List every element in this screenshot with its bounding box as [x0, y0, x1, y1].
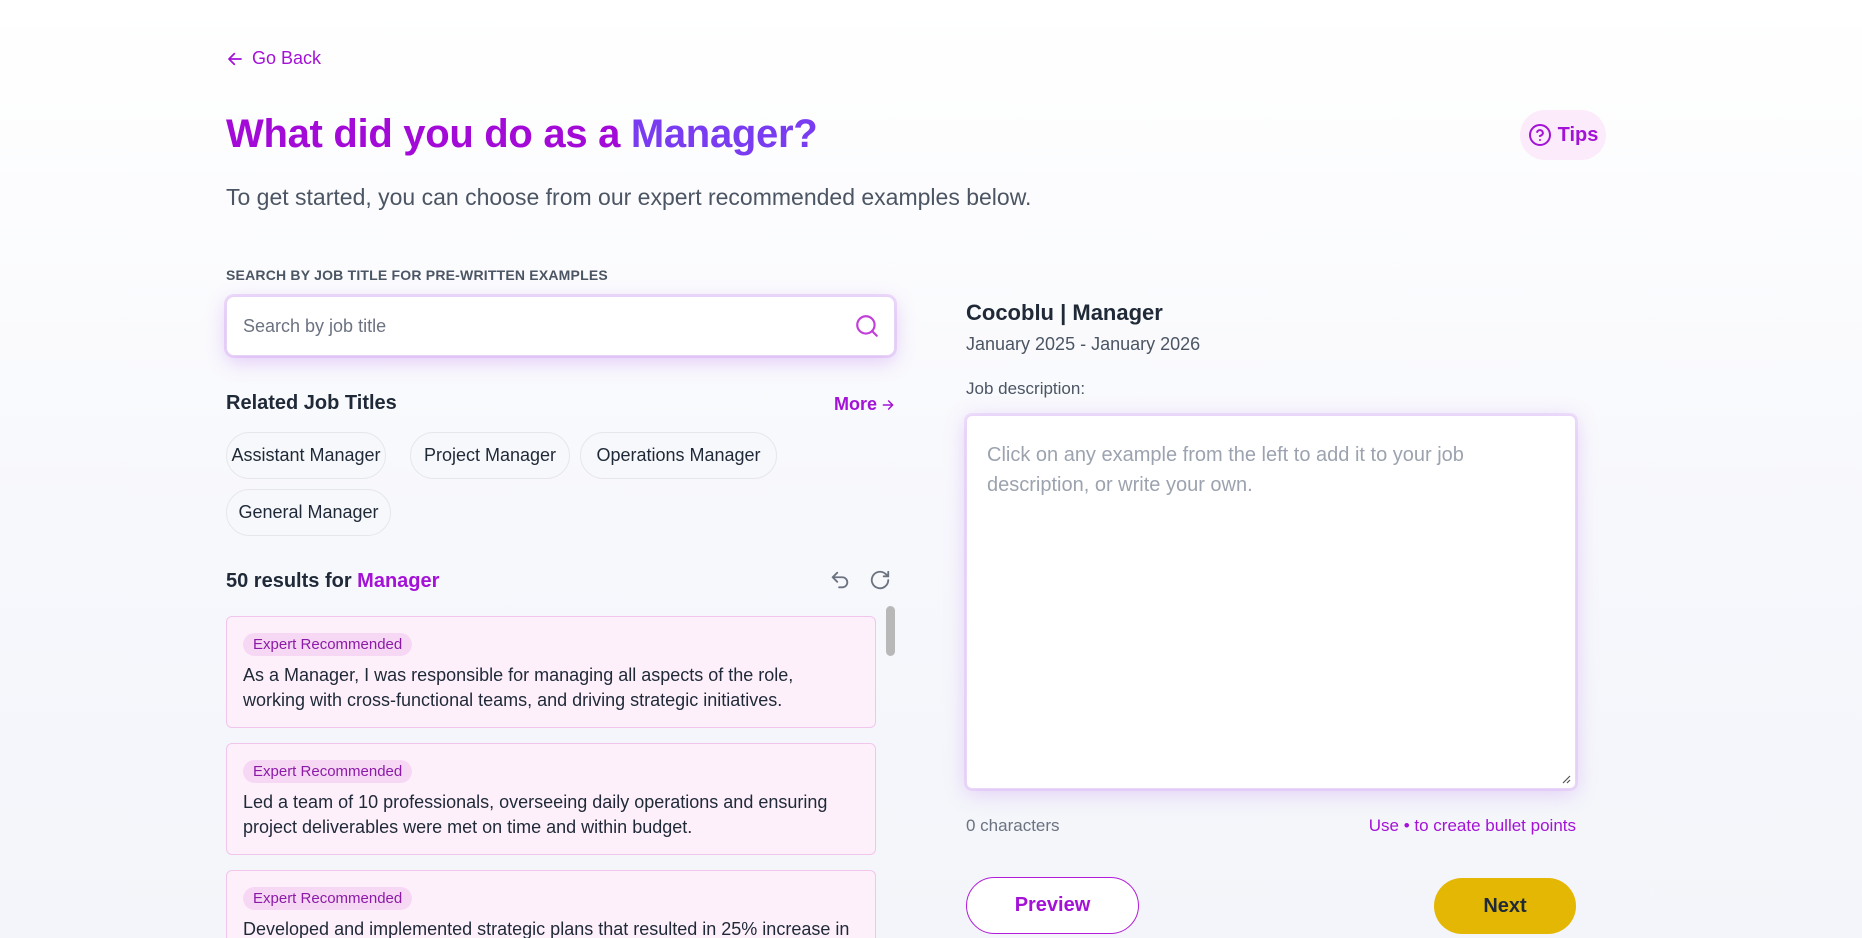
- next-button[interactable]: Next: [1434, 878, 1576, 934]
- arrow-right-icon: [882, 399, 894, 410]
- chip-project-manager[interactable]: Project Manager: [410, 432, 570, 479]
- results-scrollbar[interactable]: [886, 606, 895, 656]
- search-box: [226, 296, 895, 356]
- expert-recommended-badge: Expert Recommended: [243, 633, 413, 656]
- related-job-titles-heading: Related Job Titles: [226, 392, 397, 414]
- tips-label: Tips: [1557, 123, 1599, 146]
- page-title: What did you do as a Manager?: [226, 112, 818, 157]
- search-caption: SEARCH BY JOB TITLE FOR PRE-WRITTEN EXAM…: [226, 267, 608, 283]
- search-input[interactable]: [227, 297, 827, 355]
- character-count: 0 characters: [966, 816, 1060, 835]
- search-icon[interactable]: [854, 313, 880, 339]
- title-prefix: What did you do as a: [226, 112, 631, 156]
- job-description-textarea[interactable]: [967, 416, 1575, 788]
- more-label: More: [834, 394, 878, 414]
- example-card[interactable]: Expert Recommended As a Manager, I was r…: [226, 616, 876, 728]
- example-card[interactable]: Expert Recommended Led a team of 10 prof…: [226, 743, 876, 855]
- example-text: Developed and implemented strategic plan…: [243, 919, 850, 938]
- chip-assistant-manager[interactable]: Assistant Manager: [226, 432, 386, 479]
- arrow-left-icon: [228, 52, 242, 65]
- results-term: Manager: [357, 570, 440, 592]
- page: Go Back What did you do as a Manager? To…: [226, 0, 1606, 938]
- title-role: Manager?: [630, 112, 818, 156]
- undo-icon[interactable]: [829, 569, 851, 591]
- job-dates: January 2025 - January 2026: [966, 334, 1201, 354]
- go-back-link[interactable]: Go Back: [226, 48, 321, 69]
- chip-operations-manager[interactable]: Operations Manager: [580, 432, 777, 479]
- expert-recommended-badge: Expert Recommended: [243, 760, 413, 783]
- example-text: Led a team of 10 professionals, overseei…: [243, 792, 828, 837]
- page-subtitle: To get started, you can choose from our …: [226, 184, 1032, 210]
- job-heading: Cocoblu | Manager: [966, 300, 1163, 325]
- job-description-label: Job description:: [966, 379, 1086, 398]
- expert-recommended-badge: Expert Recommended: [243, 887, 413, 910]
- chip-general-manager[interactable]: General Manager: [226, 489, 391, 536]
- refresh-icon[interactable]: [869, 569, 891, 591]
- results-count-text: 50 results for: [226, 570, 352, 592]
- bullet-points-hint: Use • to create bullet points: [1368, 816, 1576, 835]
- more-link[interactable]: More: [834, 394, 895, 415]
- preview-button[interactable]: Preview: [966, 877, 1139, 934]
- tips-button[interactable]: Tips: [1520, 110, 1606, 160]
- resize-handle-icon[interactable]: [1561, 774, 1571, 784]
- example-card[interactable]: Expert Recommended Developed and impleme…: [226, 870, 876, 938]
- results-count: 50 results for Manager: [226, 570, 439, 593]
- go-back-label: Go Back: [252, 48, 322, 68]
- question-circle-icon: [1528, 124, 1551, 146]
- results-list[interactable]: Expert Recommended As a Manager, I was r…: [226, 616, 906, 938]
- job-description-box: [966, 415, 1576, 789]
- example-text: As a Manager, I was responsible for mana…: [243, 665, 794, 710]
